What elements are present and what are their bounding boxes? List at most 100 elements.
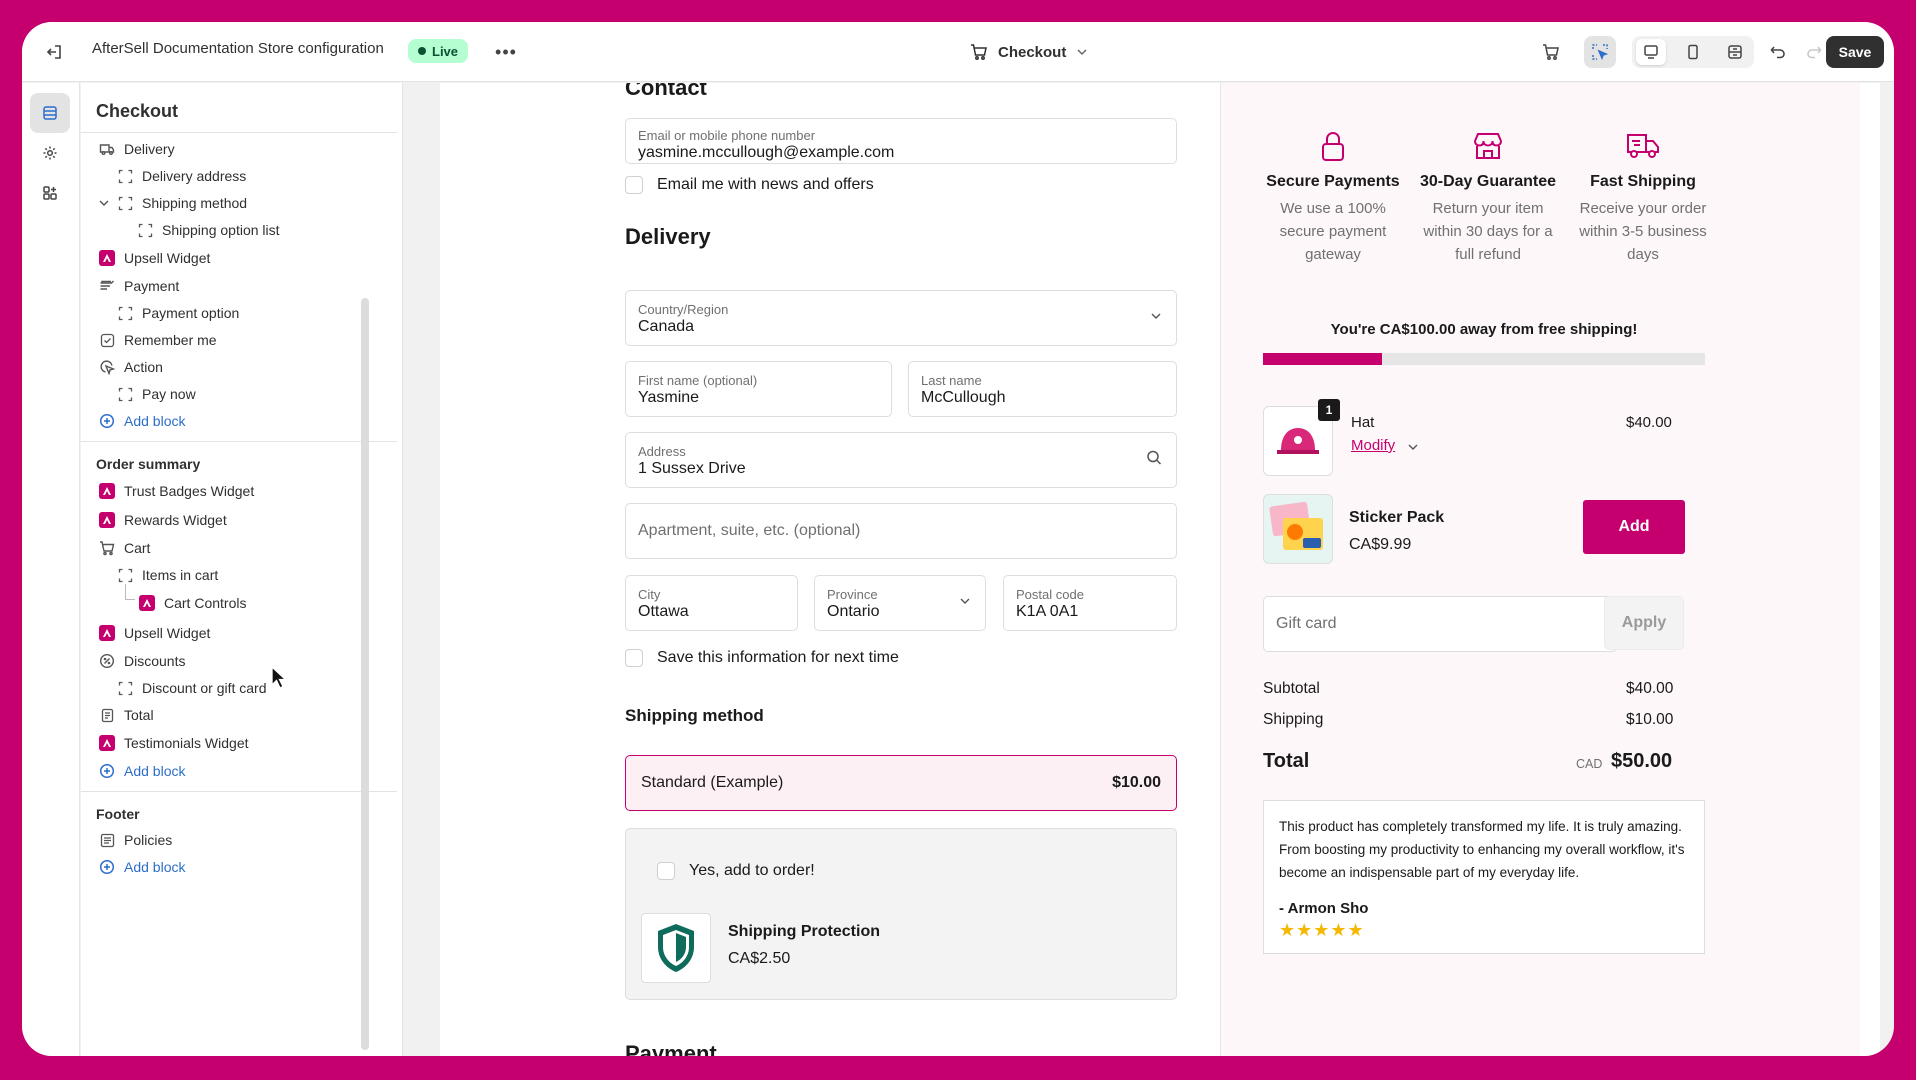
delivery-heading: Delivery bbox=[625, 224, 711, 249]
sidebar-item-label: Discount or gift card bbox=[142, 680, 267, 696]
sidebar-item-rewards-widget[interactable]: Rewards Widget bbox=[98, 507, 227, 533]
news-checkbox[interactable]: Email me with news and offers bbox=[625, 176, 874, 194]
fullscreen-icon[interactable] bbox=[1720, 39, 1750, 65]
total-currency: CAD bbox=[1576, 757, 1603, 771]
sidebar-item-policies[interactable]: Policies bbox=[98, 827, 172, 853]
province-select[interactable]: Province Ontario bbox=[814, 575, 986, 631]
sidebar-item-label: Action bbox=[124, 359, 163, 375]
cash-icon bbox=[98, 277, 116, 295]
checkbox-box[interactable] bbox=[625, 649, 643, 667]
checkout-main-column: Contact Email or mobile phone number yas… bbox=[440, 83, 1220, 1056]
add-block-button[interactable]: Add block bbox=[98, 408, 185, 434]
block-icon bbox=[116, 167, 134, 185]
city-field[interactable]: City Ottawa bbox=[625, 575, 798, 631]
cart-preview-icon[interactable] bbox=[1536, 38, 1566, 66]
free-shipping-progress-bar bbox=[1263, 353, 1705, 365]
sidebar-item-total[interactable]: Total bbox=[98, 702, 154, 728]
save-button[interactable]: Save bbox=[1826, 36, 1884, 68]
exit-icon[interactable] bbox=[40, 38, 68, 66]
sidebar-item-delivery-address[interactable]: Delivery address bbox=[116, 163, 246, 189]
upsell-add-button[interactable]: Add bbox=[1583, 500, 1685, 554]
sidebar-item-shipping-option-list[interactable]: Shipping option list bbox=[136, 217, 280, 243]
redo-icon[interactable] bbox=[1800, 38, 1828, 66]
save-info-checkbox[interactable]: Save this information for next time bbox=[625, 649, 899, 667]
country-select[interactable]: Country/Region Canada bbox=[625, 290, 1177, 346]
sidebar-item-payment-option[interactable]: Payment option bbox=[116, 300, 239, 326]
shipping-option-standard[interactable]: Standard (Example) $10.00 bbox=[625, 755, 1177, 811]
gift-card-placeholder: Gift card bbox=[1276, 615, 1337, 632]
badge-title: Fast Shipping bbox=[1590, 173, 1696, 190]
sidebar-item-upsell-widget-2[interactable]: Upsell Widget bbox=[98, 620, 210, 646]
shipping-protection-card: Yes, add to order! Shipping Protection C… bbox=[625, 828, 1177, 1000]
sidebar-item-delivery[interactable]: Delivery bbox=[98, 136, 175, 162]
add-block-label: Add block bbox=[124, 763, 186, 779]
sidebar-item-shipping-method[interactable]: Shipping method bbox=[116, 190, 247, 216]
undo-icon[interactable] bbox=[1764, 38, 1792, 66]
sidebar-item-action[interactable]: Action bbox=[98, 354, 163, 380]
apartment-field[interactable]: Apartment, suite, etc. (optional) bbox=[625, 503, 1177, 559]
sidebar-item-cart-controls[interactable]: Cart Controls bbox=[138, 590, 246, 616]
live-label: Live bbox=[432, 43, 459, 59]
sidebar-item-remember-me[interactable]: Remember me bbox=[98, 327, 217, 353]
sidebar-item-discount-or-gift-card[interactable]: Discount or gift card bbox=[116, 675, 267, 701]
total-value: $50.00 bbox=[1611, 750, 1673, 772]
protection-checkbox[interactable]: Yes, add to order! bbox=[657, 862, 815, 880]
chevron-down-icon[interactable] bbox=[98, 196, 110, 214]
sidebar-scrollbar[interactable] bbox=[361, 298, 369, 1050]
last-name-field[interactable]: Last name McCullough bbox=[908, 361, 1177, 417]
sidebar-item-label: Pay now bbox=[142, 386, 196, 402]
sections-icon[interactable] bbox=[30, 93, 70, 133]
sidebar-item-testimonials-widget[interactable]: Testimonials Widget bbox=[98, 730, 249, 756]
postal-label: Postal code bbox=[1016, 587, 1084, 602]
more-actions-icon[interactable]: ••• bbox=[492, 40, 520, 64]
app-icon bbox=[98, 249, 116, 267]
app-icon bbox=[98, 482, 116, 500]
shipping-label: Shipping bbox=[1263, 711, 1324, 728]
mouse-cursor-icon bbox=[271, 665, 288, 695]
chevron-down-icon[interactable] bbox=[1407, 440, 1419, 458]
sidebar-item-discounts[interactable]: Discounts bbox=[98, 648, 185, 674]
page-selector[interactable]: Checkout bbox=[970, 38, 1088, 66]
mobile-icon[interactable] bbox=[1678, 39, 1708, 65]
sidebar-title: Checkout bbox=[96, 101, 179, 121]
apps-icon[interactable] bbox=[30, 173, 70, 213]
search-icon[interactable] bbox=[1146, 450, 1162, 471]
checkbox-box[interactable] bbox=[657, 862, 675, 880]
checkbox-box[interactable] bbox=[625, 176, 643, 194]
sidebar-item-upsell-widget[interactable]: Upsell Widget bbox=[98, 245, 210, 271]
protection-checkbox-label: Yes, add to order! bbox=[689, 862, 815, 879]
plus-circle-icon bbox=[98, 412, 116, 430]
badge-description: We use a 100% secure payment gateway bbox=[1279, 200, 1387, 263]
store-title: AfterSell Documentation Store configurat… bbox=[92, 40, 384, 57]
sidebar-item-label: Payment bbox=[124, 278, 180, 294]
sidebar-item-label: Payment option bbox=[142, 305, 240, 321]
address-value: 1 Sussex Drive bbox=[638, 460, 746, 477]
checkbox-icon bbox=[98, 331, 116, 349]
first-name-field[interactable]: First name (optional) Yasmine bbox=[625, 361, 892, 417]
sidebar-item-pay-now[interactable]: Pay now bbox=[116, 381, 196, 407]
apply-button[interactable]: Apply bbox=[1604, 596, 1684, 650]
store-icon bbox=[1418, 128, 1558, 164]
add-block-button[interactable]: Add block bbox=[98, 854, 185, 880]
section-title-order-summary: Order summary bbox=[96, 456, 201, 472]
top-bar: AfterSell Documentation Store configurat… bbox=[22, 22, 1894, 82]
email-field[interactable]: Email or mobile phone number yasmine.mcc… bbox=[625, 118, 1177, 164]
settings-gear-icon[interactable] bbox=[30, 133, 70, 173]
inspector-icon[interactable] bbox=[1584, 36, 1616, 68]
desktop-icon[interactable] bbox=[1636, 39, 1666, 65]
address-field[interactable]: Address 1 Sussex Drive bbox=[625, 432, 1177, 488]
sidebar-item-cart[interactable]: Cart bbox=[98, 535, 150, 561]
block-icon bbox=[116, 679, 134, 697]
sidebar-item-label: Remember me bbox=[124, 332, 217, 348]
gift-card-input[interactable]: Gift card bbox=[1263, 596, 1617, 652]
sidebar-item-label: Upsell Widget bbox=[124, 625, 211, 641]
modify-link[interactable]: Modify bbox=[1351, 437, 1395, 454]
postal-code-field[interactable]: Postal code K1A 0A1 bbox=[1003, 575, 1177, 631]
sidebar-item-trust-badges-widget[interactable]: Trust Badges Widget bbox=[98, 478, 254, 504]
block-icon bbox=[116, 385, 134, 403]
sidebar-item-payment[interactable]: Payment bbox=[98, 273, 179, 299]
progress-fill bbox=[1263, 353, 1383, 365]
address-label: Address bbox=[638, 444, 686, 459]
preview-canvas: Contact Email or mobile phone number yas… bbox=[414, 83, 1880, 1056]
add-block-button[interactable]: Add block bbox=[98, 758, 185, 784]
